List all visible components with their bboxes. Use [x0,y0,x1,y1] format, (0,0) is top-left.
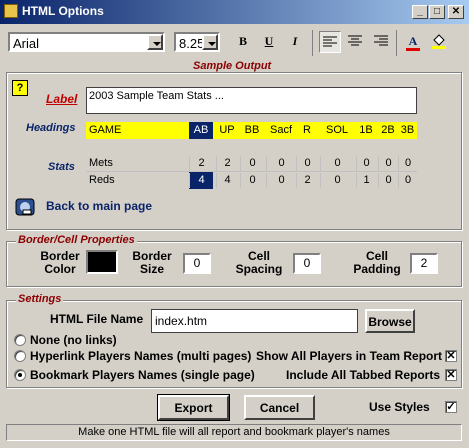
include-all-checkbox[interactable]: ✕ [445,369,457,381]
browse-button[interactable]: Browse [365,309,415,333]
stats-team-cell: Reds [89,174,115,186]
heading-cell[interactable]: AB [189,123,213,138]
radio-none[interactable] [14,334,26,346]
app-icon [4,4,18,18]
font-color-icon: A [408,34,418,48]
align-left-icon [323,36,337,47]
cell-spacing-label: Cell Spacing [234,250,284,276]
border-group-title: Border/Cell Properties [16,234,137,246]
fill-color-button[interactable] [428,31,450,53]
font-size-value: 8.25 [179,36,205,51]
title-bar: HTML Options _ □ ✕ [0,0,469,24]
stats-value-cell: 2 [296,173,318,188]
stats-value-cell: 2 [216,156,238,171]
stats-caption: Stats [48,161,75,173]
font-name-value: Arial [13,36,40,51]
html-file-label: HTML File Name [50,312,144,326]
stats-value-cell: 0 [378,156,398,171]
heading-cell[interactable]: R [296,123,318,138]
maximize-button[interactable]: □ [429,5,445,19]
stats-value-cell: 0 [240,173,264,188]
show-all-checkbox[interactable]: ✕ [445,350,457,362]
back-icon[interactable] [14,196,38,218]
border-size-input[interactable]: 0 [183,253,211,274]
stats-value-cell: 0 [320,173,354,188]
html-file-input[interactable]: index.htm [151,309,358,333]
back-link[interactable]: Back to main page [46,199,152,213]
export-button[interactable]: Export [157,394,230,421]
stats-value-cell: 0 [378,173,398,188]
chevron-down-icon[interactable] [147,34,163,50]
use-styles-checkbox[interactable]: ✓ [445,401,457,413]
use-styles-label[interactable]: Use Styles [369,400,430,414]
heading-cell[interactable]: UP [216,123,238,138]
align-right-icon [374,35,388,46]
minimize-button[interactable]: _ [412,5,428,19]
radio-hyperlink-label[interactable]: Hyperlink Players Names (multi pages) [30,349,251,363]
align-center-icon [348,35,362,46]
toolbar-divider [396,30,397,56]
stats-value-cell: 2 [189,156,213,171]
heading-cell[interactable]: 3B [398,123,417,138]
label-caption: Label [46,92,78,106]
status-bar: Make one HTML file will all report and b… [6,424,462,441]
include-all-label[interactable]: Include All Tabbed Reports [286,368,440,382]
stats-value-cell: 0 [266,156,296,171]
stats-value-cell: 0 [320,156,354,171]
radio-hyperlink[interactable] [14,350,26,362]
stats-value-cell: 0 [240,156,264,171]
headings-caption: Headings [26,122,76,134]
label-value: 2003 Sample Team Stats ... [89,90,224,102]
cell-spacing-input[interactable]: 0 [293,253,321,274]
cell-padding-label-line2: Padding [353,262,401,276]
label-field[interactable]: 2003 Sample Team Stats ... [86,87,417,114]
italic-button[interactable]: I [284,31,306,53]
stats-value-cell: 4 [216,173,238,188]
cell-padding-label: Cell Padding [350,250,404,276]
stats-value-cell: 0 [356,156,376,171]
window-title: HTML Options [22,4,104,18]
settings-title: Settings [16,293,64,305]
cancel-button[interactable]: Cancel [244,395,315,420]
stats-value-cell: 0 [266,173,296,188]
help-icon[interactable]: ? [12,80,28,96]
font-size-combo[interactable]: 8.25 [174,32,220,52]
close-button[interactable]: ✕ [448,5,464,19]
align-center-button[interactable] [344,31,366,53]
bold-button[interactable]: B [232,31,254,53]
stats-value-cell: 0 [398,173,417,188]
chevron-down-icon[interactable] [202,34,218,50]
stats-value-cell: 0 [296,156,318,171]
heading-cell[interactable]: 1B [356,123,376,138]
sample-output-title: Sample Output [191,60,274,72]
border-color-label-line2: Color [44,262,76,276]
heading-cell[interactable]: 2B [378,123,398,138]
cell-padding-input[interactable]: 2 [410,253,438,274]
border-color-label: Border Color [40,250,80,276]
border-size-label-line2: Size [139,262,164,276]
stats-value-cell: 0 [398,156,417,171]
stats-value-cell: 4 [189,173,213,188]
align-left-button[interactable] [319,31,341,53]
font-name-combo[interactable]: Arial [8,32,165,52]
cell-spacing-label-line2: Spacing [235,262,283,276]
stats-value-cell: 1 [356,173,376,188]
align-right-button[interactable] [370,31,392,53]
heading-cell[interactable]: SOL [320,123,354,138]
stats-team-cell: Mets [89,157,113,169]
border-size-label: Border Size [132,250,172,276]
html-file-value: index.htm [155,314,208,328]
paint-bucket-icon [432,34,446,49]
show-all-label[interactable]: Show All Players in Team Report [256,349,442,363]
border-color-swatch[interactable] [86,250,118,274]
heading-cell[interactable]: Sacf [266,123,296,138]
font-color-button[interactable]: A [402,31,424,53]
radio-bookmark[interactable] [14,369,26,381]
underline-button[interactable]: U [258,31,280,53]
heading-cell[interactable]: GAME [89,123,192,138]
radio-none-label[interactable]: None (no links) [30,333,117,347]
heading-cell[interactable]: BB [240,123,264,138]
radio-bookmark-label[interactable]: Bookmark Players Names (single page) [30,368,255,382]
toolbar-divider [312,30,313,56]
